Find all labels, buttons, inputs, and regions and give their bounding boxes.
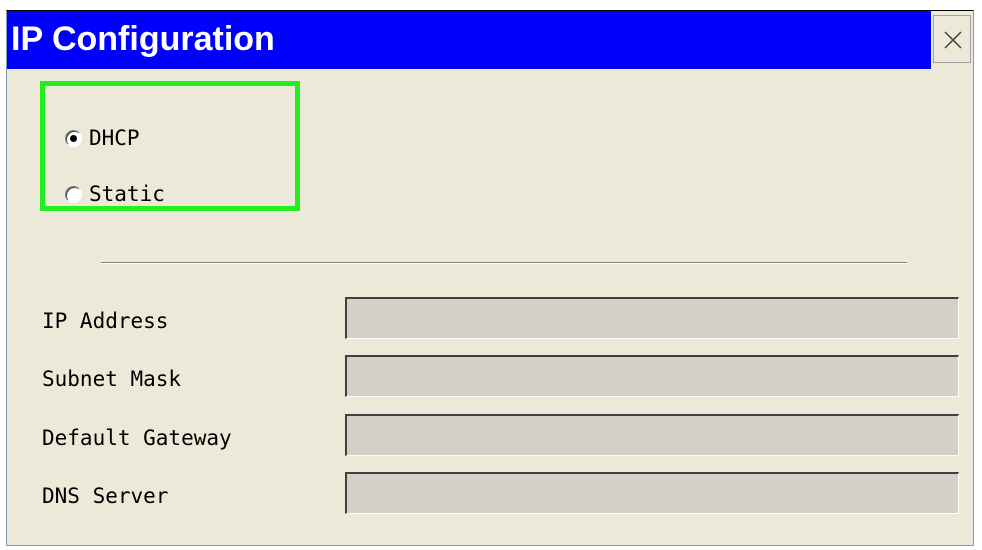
ip-address-label: IP Address — [42, 309, 169, 333]
ip-mode-radio-group: DHCP Static — [40, 81, 300, 211]
default-gateway-input[interactable] — [345, 414, 959, 456]
static-radio-option[interactable]: Static — [65, 180, 165, 208]
window-title: IP Configuration — [11, 20, 275, 58]
dhcp-radio-option[interactable]: DHCP — [65, 124, 140, 152]
subnet-mask-label: Subnet Mask — [42, 367, 182, 391]
separator-line — [101, 262, 907, 264]
static-label: Static — [89, 182, 165, 206]
dns-server-input[interactable] — [345, 472, 959, 514]
ip-address-input[interactable] — [345, 297, 959, 339]
close-icon — [944, 31, 962, 49]
static-radio-button[interactable] — [65, 185, 82, 203]
dhcp-radio-button[interactable] — [65, 129, 82, 147]
dns-server-label: DNS Server — [42, 484, 169, 508]
subnet-mask-input[interactable] — [345, 355, 959, 397]
title-bar: IP Configuration — [7, 11, 931, 69]
default-gateway-label: Default Gateway — [42, 426, 232, 450]
ip-configuration-window: IP Configuration DHCP Static IP Address … — [6, 10, 974, 546]
dhcp-label: DHCP — [89, 126, 140, 150]
close-button[interactable] — [933, 15, 971, 63]
